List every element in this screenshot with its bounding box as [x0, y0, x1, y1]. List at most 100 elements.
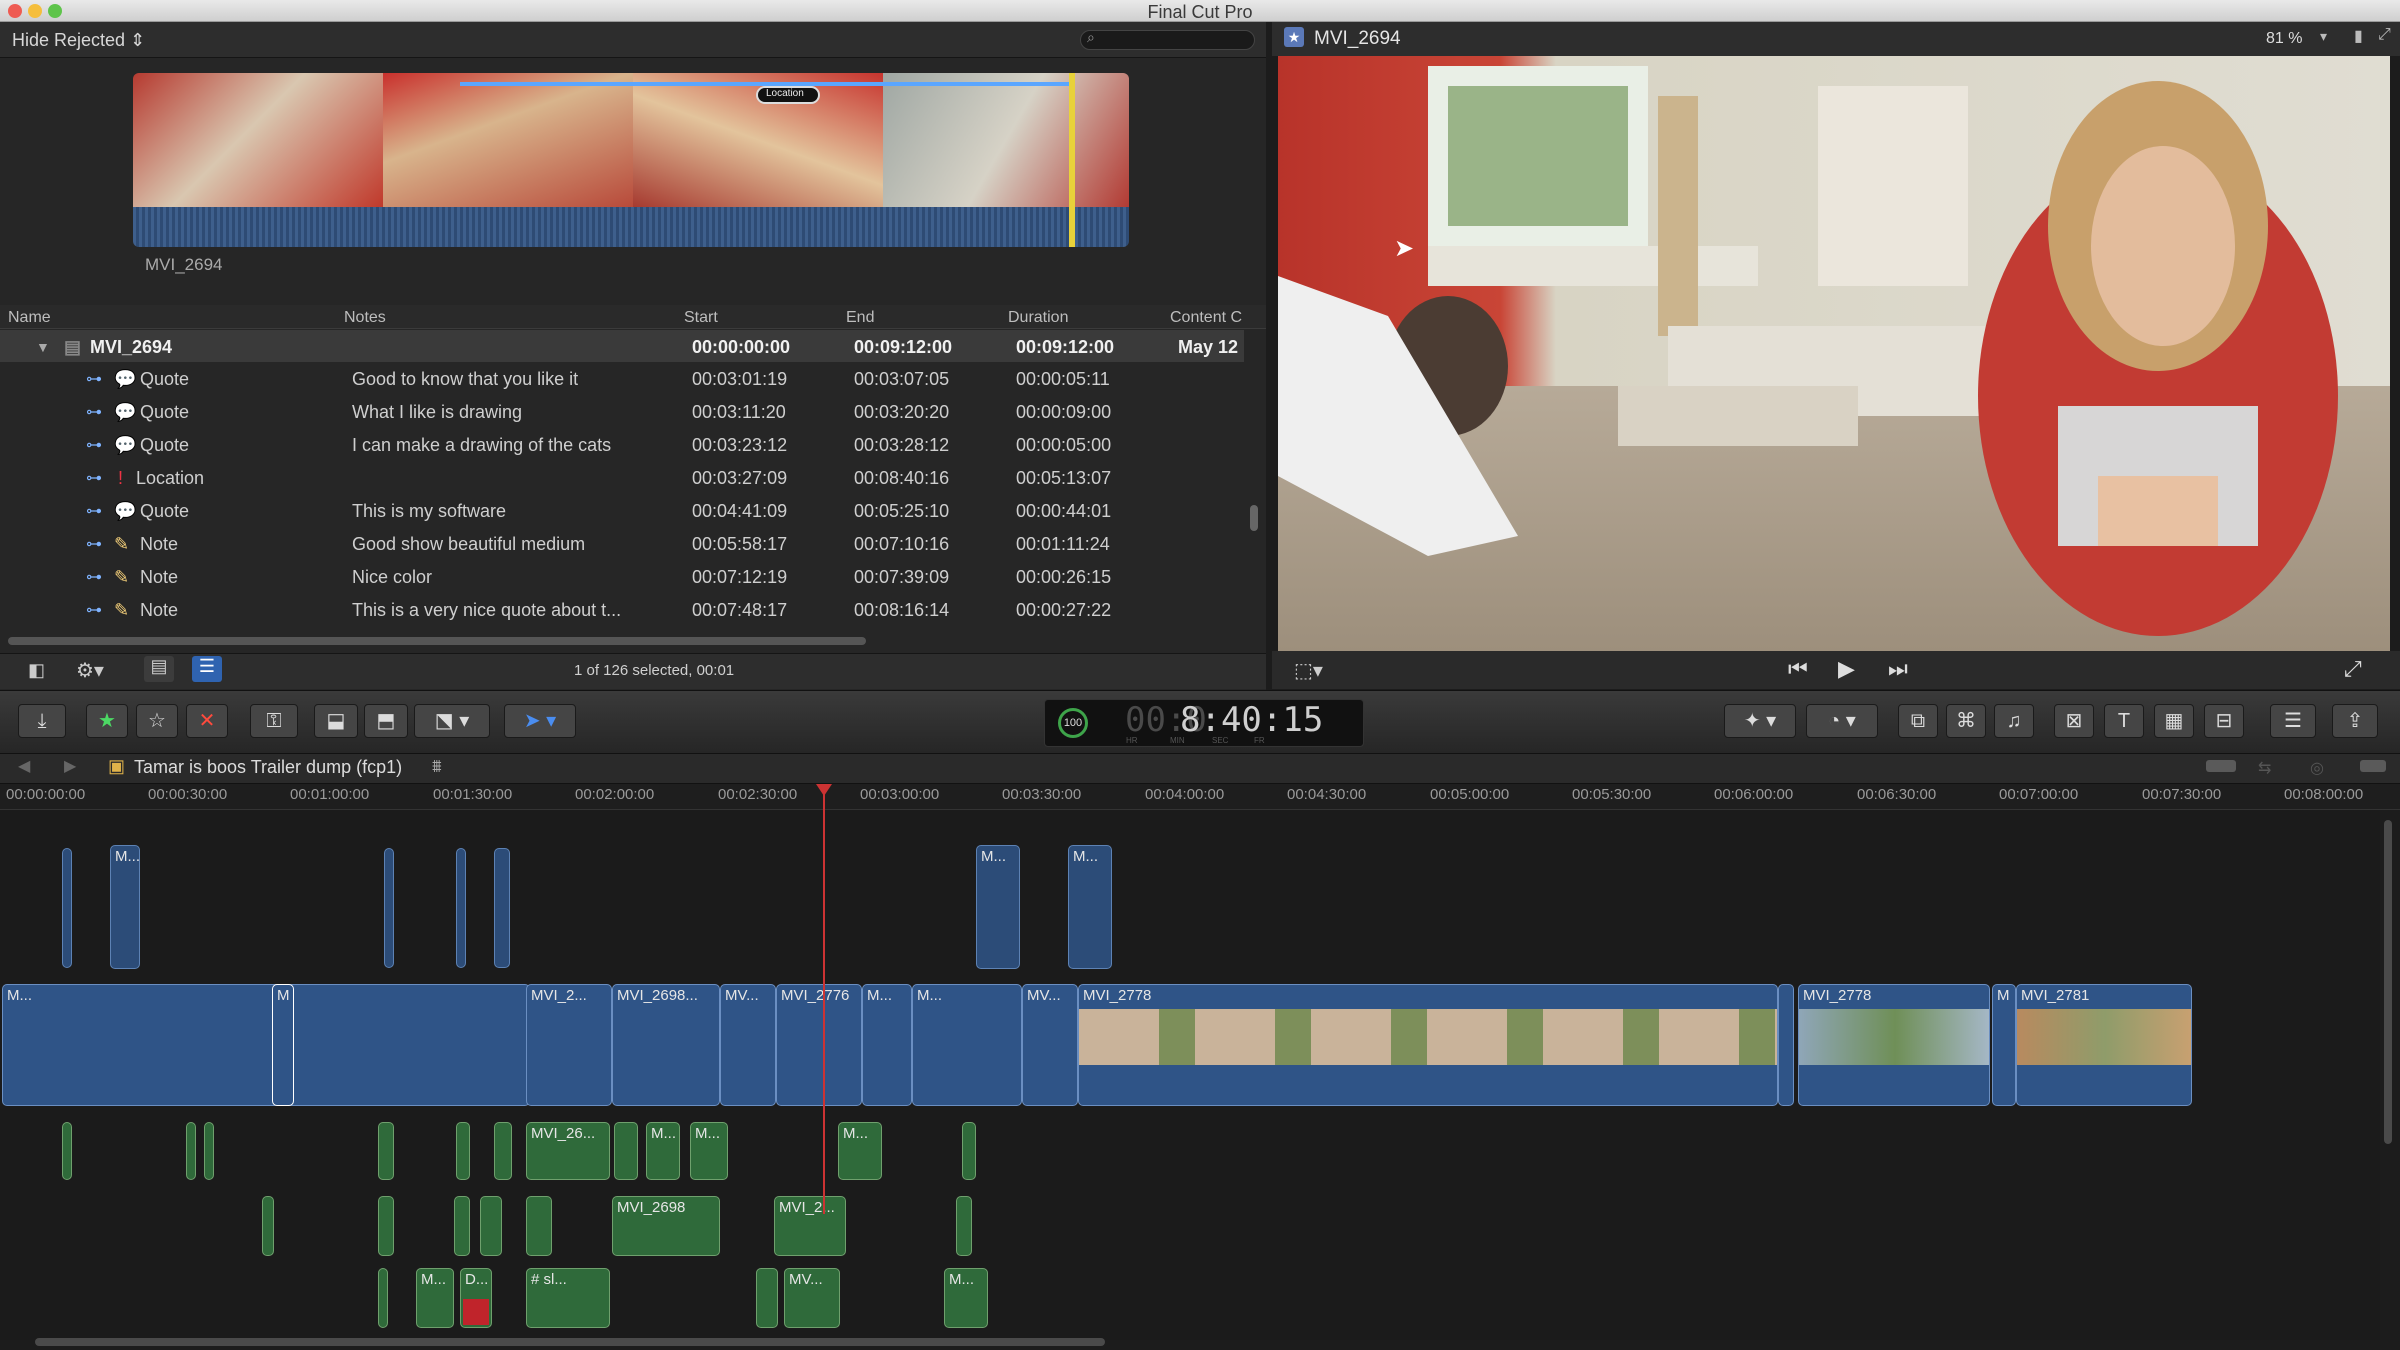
back-icon[interactable]: ◀: [18, 756, 30, 776]
list-view-button[interactable]: ☰: [192, 656, 222, 682]
unrate-button[interactable]: ☆: [136, 704, 178, 738]
audio-clip[interactable]: [378, 1122, 394, 1180]
audio-meter-icon[interactable]: ▮: [2354, 26, 2363, 46]
audio-clip[interactable]: [262, 1196, 274, 1256]
next-edit-icon[interactable]: ⏭: [1888, 656, 1908, 682]
titles-browser-icon[interactable]: T: [2104, 704, 2144, 738]
video-frame[interactable]: ➤: [1278, 56, 2390, 651]
primary-clip[interactable]: M: [1992, 984, 2016, 1106]
audio-clip[interactable]: [456, 1122, 470, 1180]
insert-clip-button[interactable]: ⬒: [364, 704, 408, 738]
column-start[interactable]: Start: [684, 309, 718, 327]
audio-clip[interactable]: [378, 1268, 388, 1328]
marker-row[interactable]: ⊶ 💬 Quote I can make a drawing of the ca…: [0, 428, 1244, 460]
event-library-icon[interactable]: ⧉: [1898, 704, 1938, 738]
primary-clip[interactable]: [1778, 984, 1794, 1106]
previous-edit-icon[interactable]: ⏮: [1788, 656, 1808, 682]
audio-clip[interactable]: M...: [838, 1122, 882, 1180]
share-icon[interactable]: ⇪: [2332, 704, 2378, 738]
audio-clip[interactable]: [526, 1196, 552, 1256]
column-duration[interactable]: Duration: [1008, 309, 1068, 327]
zoom-popup[interactable]: 81 %: [2266, 30, 2302, 48]
zoom-chevron-icon[interactable]: ▾: [2320, 28, 2327, 45]
enhancements-button[interactable]: ✦ ▾: [1724, 704, 1796, 738]
background-tasks-indicator[interactable]: 100: [1058, 708, 1088, 738]
audio-clip[interactable]: M...: [690, 1122, 728, 1180]
column-name[interactable]: Name: [8, 309, 51, 327]
primary-clip[interactable]: MVI_2778: [1078, 984, 1778, 1106]
marker-row[interactable]: ⊶ ✎ Note Good show beautiful medium 00:0…: [0, 527, 1244, 559]
skimmer-playhead[interactable]: [1069, 73, 1075, 247]
clip-filmstrip[interactable]: [133, 73, 1129, 247]
connected-clip[interactable]: [62, 848, 72, 968]
filter-popup[interactable]: Hide Rejected ⇕: [12, 30, 145, 51]
skimming-button[interactable]: [2360, 760, 2386, 772]
append-clip-button[interactable]: ⬔ ▾: [414, 704, 490, 738]
primary-clip[interactable]: MVI_2781: [2016, 984, 2192, 1106]
audio-clip[interactable]: [480, 1196, 502, 1256]
photo-browser-icon[interactable]: ⌘: [1946, 704, 1986, 738]
audio-clip[interactable]: MVI_2...: [774, 1196, 846, 1256]
audio-clip[interactable]: D...: [460, 1268, 492, 1328]
column-content-created[interactable]: Content C: [1170, 309, 1242, 327]
transitions-browser-icon[interactable]: ⊠: [2054, 704, 2094, 738]
sidebar-toggle-icon[interactable]: ◧: [28, 660, 45, 681]
connect-clip-button[interactable]: ⬓: [314, 704, 358, 738]
connected-clip[interactable]: [456, 848, 466, 968]
connected-clip[interactable]: M...: [110, 845, 140, 969]
primary-clip[interactable]: MVI_2...: [526, 984, 612, 1106]
inspector-icon[interactable]: ☰: [2270, 704, 2316, 738]
primary-clip[interactable]: M...: [912, 984, 1022, 1106]
connected-clip[interactable]: M...: [1068, 845, 1112, 969]
marker-row[interactable]: ⊶ 💬 Quote Good to know that you like it …: [0, 362, 1244, 394]
select-tool-button[interactable]: ➤ ▾: [504, 704, 576, 738]
primary-clip[interactable]: M: [272, 984, 294, 1106]
switch-icon[interactable]: ⤢: [2378, 26, 2391, 44]
marker-row[interactable]: ⊶ ✎ Note Nice color 00:07:12:19 00:07:39…: [0, 560, 1244, 592]
solo-icon[interactable]: ◎: [2310, 758, 2324, 778]
gear-icon[interactable]: ⚙▾: [76, 658, 104, 683]
project-name[interactable]: Tamar is boos Trailer dump (fcp1): [134, 757, 402, 778]
marker-row[interactable]: ⊶ ✎ Note This is a very nice quote about…: [0, 593, 1244, 625]
marker-badge[interactable]: Location: [756, 86, 820, 104]
audio-clip[interactable]: [186, 1122, 196, 1180]
marker-row[interactable]: ⊶ ǃ Location 00:03:27:09 00:08:40:16 00:…: [0, 461, 1244, 493]
marker-row[interactable]: ⊶ 💬 Quote What I like is drawing 00:03:1…: [0, 395, 1244, 427]
music-browser-icon[interactable]: ♫: [1994, 704, 2034, 738]
timeline-playhead[interactable]: [823, 784, 825, 1214]
fullscreen-icon[interactable]: ⤢: [2344, 656, 2362, 682]
generators-browser-icon[interactable]: ▦: [2154, 704, 2194, 738]
audio-clip[interactable]: [956, 1196, 972, 1256]
timeline-horizontal-scrollbar[interactable]: [35, 1338, 1105, 1346]
filmstrip-view-button[interactable]: ▤: [144, 656, 174, 682]
list-vertical-scrollbar[interactable]: [1250, 505, 1258, 531]
retime-button[interactable]: ◔ ▾: [1806, 704, 1878, 738]
primary-clip[interactable]: MV...: [1022, 984, 1078, 1106]
play-icon[interactable]: ▶: [1838, 656, 1855, 682]
audio-clip[interactable]: [614, 1122, 638, 1180]
snapping-icon[interactable]: ⇆: [2258, 758, 2271, 778]
primary-clip-group[interactable]: M...: [2, 984, 530, 1106]
timeline-history-icon[interactable]: ⩩: [432, 756, 442, 777]
column-end[interactable]: End: [846, 309, 874, 327]
primary-clip[interactable]: MV...: [720, 984, 776, 1106]
audio-clip[interactable]: [62, 1122, 72, 1180]
favorite-button[interactable]: ★: [86, 704, 128, 738]
marker-row[interactable]: ⊶ 💬 Quote This is my software 00:04:41:0…: [0, 494, 1244, 526]
primary-clip[interactable]: M...: [862, 984, 912, 1106]
themes-browser-icon[interactable]: ⊟: [2204, 704, 2244, 738]
keyword-button[interactable]: ⚿: [250, 704, 298, 738]
audio-clip[interactable]: M...: [944, 1268, 988, 1328]
primary-clip[interactable]: MVI_2698...: [612, 984, 720, 1106]
list-horizontal-scrollbar[interactable]: [8, 637, 866, 645]
clip-appearance-button[interactable]: [2206, 760, 2236, 772]
audio-clip[interactable]: [204, 1122, 214, 1180]
audio-clip[interactable]: [494, 1122, 512, 1180]
import-button[interactable]: ⤓: [18, 704, 66, 738]
audio-clip[interactable]: [962, 1122, 976, 1180]
search-field[interactable]: ⌕: [1080, 29, 1255, 50]
column-notes[interactable]: Notes: [344, 309, 386, 327]
connected-clip[interactable]: M...: [976, 845, 1020, 969]
forward-icon[interactable]: ▶: [64, 756, 76, 776]
connected-clip[interactable]: [494, 848, 510, 968]
